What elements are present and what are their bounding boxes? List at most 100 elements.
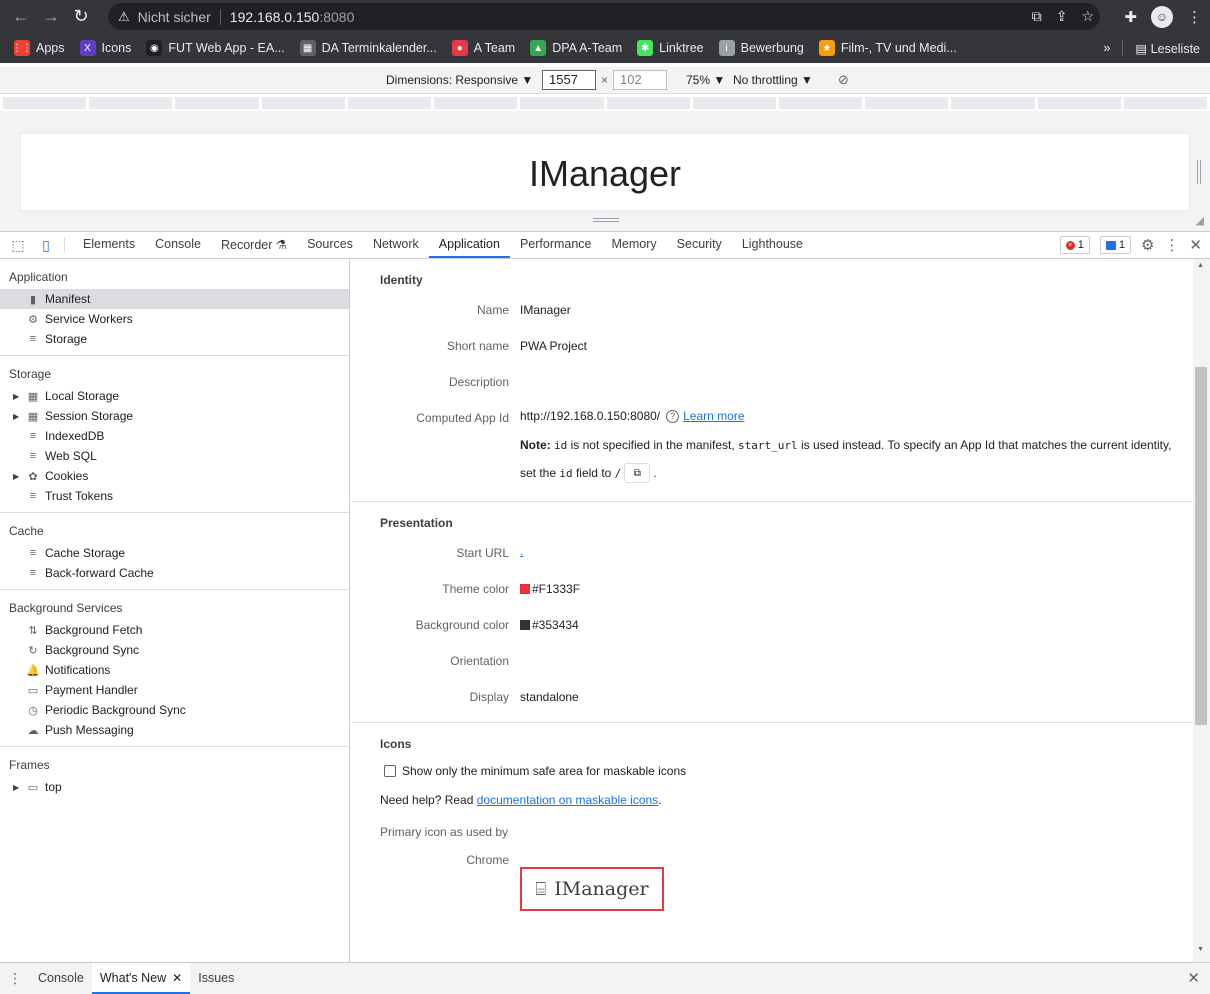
zoom-select[interactable]: 75% ▼: [686, 73, 725, 87]
sidebar-item-push-messaging[interactable]: ☁ Push Messaging: [0, 720, 349, 740]
extensions-puzzle-icon[interactable]: ✚: [1124, 8, 1137, 26]
forward-button[interactable]: →: [36, 2, 66, 32]
expand-arrow-icon[interactable]: ▶: [13, 783, 19, 792]
learn-more-link[interactable]: Learn more: [683, 409, 744, 423]
tab-memory[interactable]: Memory: [602, 232, 667, 258]
device-toggle-icon[interactable]: ▯: [36, 232, 56, 258]
sidebar-item-storage[interactable]: ≡ Storage: [0, 329, 349, 349]
expand-arrow-icon[interactable]: ▶: [13, 472, 19, 481]
bookmark-star-icon[interactable]: ☆: [1081, 8, 1094, 25]
viewport-resize-handle-right[interactable]: [1197, 160, 1201, 184]
rotate-icon[interactable]: ⊘: [838, 72, 849, 88]
sidebar-item-background-sync[interactable]: ↻ Background Sync: [0, 640, 349, 660]
sidebar-item-manifest[interactable]: ▮ Manifest: [0, 289, 349, 309]
sidebar-item-top[interactable]: ▶ ▭ top: [0, 777, 349, 797]
share-icon[interactable]: ⇪: [1056, 8, 1068, 25]
bookmark-a-team[interactable]: ● A Team: [451, 40, 515, 56]
dimensions-select[interactable]: Dimensions: Responsive ▼: [386, 73, 533, 87]
maskable-checkbox-row[interactable]: Show only the minimum safe area for mask…: [384, 764, 686, 778]
ruler-segment[interactable]: [261, 97, 345, 109]
ruler-segment[interactable]: [951, 97, 1035, 109]
background-color-swatch[interactable]: [520, 620, 530, 630]
browser-menu-icon[interactable]: ⋮: [1187, 8, 1202, 26]
sidebar-item-periodic-background-sync[interactable]: ◷ Periodic Background Sync: [0, 700, 349, 720]
sidebar-item-payment-handler[interactable]: ▭ Payment Handler: [0, 680, 349, 700]
ruler-segment[interactable]: [175, 97, 259, 109]
scroll-down-arrow-icon[interactable]: ▼: [1197, 946, 1204, 953]
sidebar-item-cache-storage[interactable]: ≡ Cache Storage: [0, 543, 349, 563]
media-query-ruler[interactable]: [0, 95, 1210, 111]
viewport-width-input[interactable]: 1557: [542, 70, 596, 90]
content-scrollbar-thumb[interactable]: [1195, 367, 1207, 725]
expand-arrow-icon[interactable]: ▶: [13, 412, 19, 421]
sidebar-item-indexeddb[interactable]: ≡ IndexedDB: [0, 426, 349, 446]
sidebar-item-back-forward-cache[interactable]: ≡ Back-forward Cache: [0, 563, 349, 583]
close-tab-icon[interactable]: ✕: [172, 971, 182, 985]
address-bar[interactable]: ⚠ Nicht sicher 192.168.0.150:8080 ⧉ ⇪ ☆: [108, 3, 1100, 30]
sidebar-item-web-sql[interactable]: ≡ Web SQL: [0, 446, 349, 466]
sidebar-item-background-fetch[interactable]: ⇅ Background Fetch: [0, 620, 349, 640]
sidebar-item-trust-tokens[interactable]: ≡ Trust Tokens: [0, 486, 349, 506]
sidebar-item-session-storage[interactable]: ▶ ▦ Session Storage: [0, 406, 349, 426]
start-url-link[interactable]: .: [520, 544, 523, 558]
ruler-segment[interactable]: [606, 97, 690, 109]
tab-network[interactable]: Network: [363, 232, 429, 258]
tab-console[interactable]: Console: [145, 232, 211, 258]
settings-gear-icon[interactable]: ⚙: [1141, 236, 1154, 254]
security-status[interactable]: Nicht sicher: [138, 9, 211, 25]
help-question-icon[interactable]: ?: [666, 409, 680, 423]
message-counter[interactable]: 1: [1099, 236, 1131, 254]
reading-list-button[interactable]: ▤ Leseliste: [1135, 41, 1200, 56]
viewport-resize-corner-icon[interactable]: ◢: [1196, 214, 1204, 227]
bookmark-apps[interactable]: ⋮⋮ Apps: [12, 40, 65, 56]
drawer-menu-icon[interactable]: ⋮: [0, 963, 30, 994]
tab-elements[interactable]: Elements: [73, 232, 145, 258]
expand-arrow-icon[interactable]: ▶: [13, 392, 19, 401]
ruler-segment[interactable]: [865, 97, 949, 109]
tab-sources[interactable]: Sources: [297, 232, 363, 258]
bookmark-da-terminkalender[interactable]: ▦ DA Terminkalender...: [299, 40, 437, 56]
maskable-checkbox[interactable]: [384, 765, 396, 777]
bookmark-film-tv-und-medi[interactable]: ★ Film-, TV und Medi...: [818, 40, 957, 56]
bookmark-bewerbung[interactable]: i Bewerbung: [718, 40, 804, 56]
page-frame[interactable]: IManager: [20, 133, 1190, 211]
sidebar-item-local-storage[interactable]: ▶ ▦ Local Storage: [0, 386, 349, 406]
bookmark-linktree[interactable]: ✱ Linktree: [637, 40, 704, 56]
ruler-segment[interactable]: [520, 97, 604, 109]
bookmarks-overflow-button[interactable]: »: [1103, 41, 1110, 55]
bookmark-dpa-a-team[interactable]: ▲ DPA A-Team: [530, 40, 622, 56]
drawer-tab-issues[interactable]: Issues: [190, 963, 242, 994]
reload-button[interactable]: ↻: [66, 2, 96, 32]
tab-lighthouse[interactable]: Lighthouse: [732, 232, 813, 258]
scroll-up-arrow-icon[interactable]: ▲: [1197, 262, 1204, 269]
sidebar-item-service-workers[interactable]: ⚙ Service Workers: [0, 309, 349, 329]
close-devtools-icon[interactable]: ✕: [1189, 236, 1202, 254]
bookmark-fut-web-app-ea[interactable]: ◉ FUT Web App - EA...: [146, 40, 285, 56]
ruler-segment[interactable]: [1037, 97, 1121, 109]
ruler-segment[interactable]: [778, 97, 863, 109]
profile-avatar[interactable]: ☺: [1151, 5, 1173, 28]
ruler-segment[interactable]: [1123, 97, 1208, 109]
sidebar-item-notifications[interactable]: 🔔 Notifications: [0, 660, 349, 680]
tab-security[interactable]: Security: [667, 232, 732, 258]
sidebar-item-cookies[interactable]: ▶ ✿ Cookies: [0, 466, 349, 486]
error-counter[interactable]: × 1: [1059, 236, 1090, 254]
maskable-docs-link[interactable]: documentation on maskable icons: [477, 793, 658, 807]
close-drawer-icon[interactable]: ✕: [1187, 963, 1200, 993]
bookmark-icons[interactable]: X Icons: [79, 40, 131, 56]
drawer-tab-console[interactable]: Console: [30, 963, 92, 994]
devtools-menu-icon[interactable]: ⋮: [1164, 236, 1179, 254]
back-button[interactable]: ←: [6, 2, 36, 32]
throttling-select[interactable]: No throttling ▼: [733, 73, 813, 87]
translate-icon[interactable]: ⧉: [1032, 8, 1042, 25]
drawer-tab-what-s-new[interactable]: What's New ✕: [91, 963, 191, 994]
viewport-height-input[interactable]: 102: [613, 70, 667, 90]
copy-button[interactable]: ⧉: [624, 463, 651, 483]
ruler-segment[interactable]: [89, 97, 173, 109]
ruler-segment[interactable]: [347, 97, 432, 109]
tab-application[interactable]: Application: [428, 232, 510, 258]
tab-recorder[interactable]: Recorder ⚗: [211, 232, 297, 258]
ruler-segment[interactable]: [3, 97, 87, 109]
ruler-segment[interactable]: [434, 97, 518, 109]
theme-color-swatch[interactable]: [520, 584, 530, 594]
